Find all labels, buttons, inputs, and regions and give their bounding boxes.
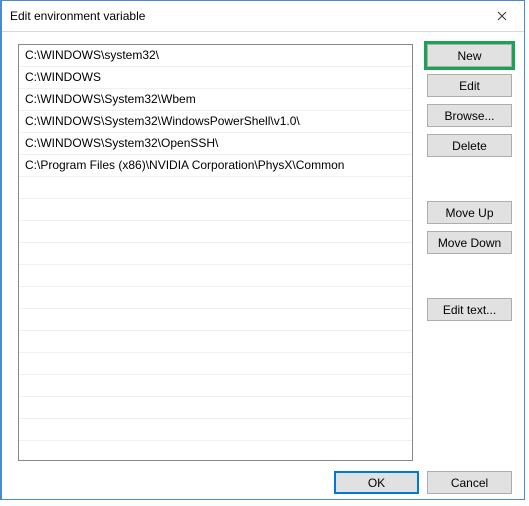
close-icon [497,8,507,24]
list-item[interactable]: C:\WINDOWS\system32\ [19,45,412,67]
list-item[interactable] [19,309,412,331]
ok-button[interactable]: OK [334,471,419,494]
list-item[interactable] [19,265,412,287]
list-item[interactable] [19,397,412,419]
footer: OK Cancel [2,461,524,506]
edit-env-var-window: Edit environment variable C:\WINDOWS\sys… [0,0,525,500]
list-item[interactable]: C:\WINDOWS\System32\OpenSSH\ [19,133,412,155]
window-title: Edit environment variable [2,9,145,23]
side-buttons: New Edit Browse... Delete Move Up Move D… [427,44,512,461]
list-item[interactable] [19,221,412,243]
close-button[interactable] [479,1,524,31]
cancel-button[interactable]: Cancel [427,471,512,494]
edit-text-button[interactable]: Edit text... [427,298,512,321]
list-item[interactable] [19,375,412,397]
list-item[interactable] [19,243,412,265]
list-item[interactable]: C:\WINDOWS [19,67,412,89]
delete-button[interactable]: Delete [427,134,512,157]
client-area: C:\WINDOWS\system32\ C:\WINDOWS C:\WINDO… [2,32,524,461]
browse-button[interactable]: Browse... [427,104,512,127]
path-listbox[interactable]: C:\WINDOWS\system32\ C:\WINDOWS C:\WINDO… [18,44,413,461]
titlebar: Edit environment variable [2,1,524,32]
list-item[interactable]: C:\WINDOWS\System32\Wbem [19,89,412,111]
list-item[interactable] [19,177,412,199]
move-up-button[interactable]: Move Up [427,201,512,224]
list-item[interactable]: C:\WINDOWS\System32\WindowsPowerShell\v1… [19,111,412,133]
edit-button[interactable]: Edit [427,74,512,97]
move-down-button[interactable]: Move Down [427,231,512,254]
list-item[interactable] [19,419,412,441]
spacer [427,261,512,291]
new-button[interactable]: New [427,44,512,67]
list-item[interactable] [19,287,412,309]
spacer [427,164,512,194]
list-item[interactable] [19,353,412,375]
list-item[interactable] [19,441,412,461]
list-item[interactable] [19,199,412,221]
list-item[interactable] [19,331,412,353]
list-item[interactable]: C:\Program Files (x86)\NVIDIA Corporatio… [19,155,412,177]
